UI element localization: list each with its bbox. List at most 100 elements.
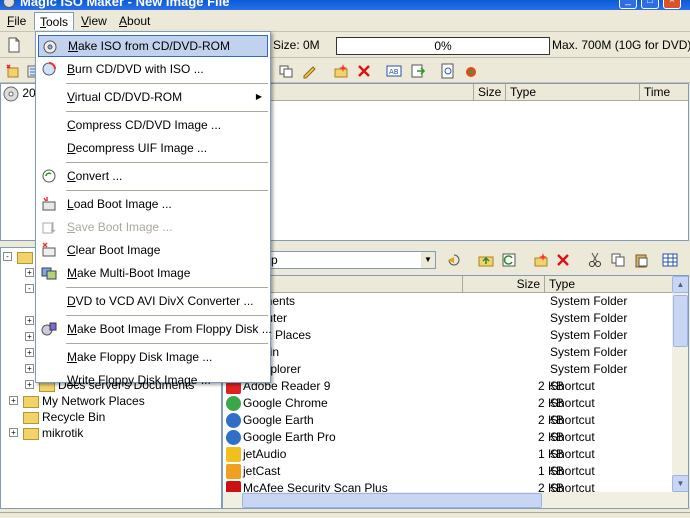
new-file-icon[interactable] xyxy=(6,37,22,53)
file-row[interactable]: et Explorer System Folder xyxy=(223,361,678,378)
maximize-button[interactable]: □ xyxy=(641,0,659,9)
volume-label-icon[interactable]: AB xyxy=(386,63,402,79)
menu-item-clear-boot-image[interactable]: Clear Boot Image xyxy=(38,239,268,261)
tree-node-label: Recycle Bin xyxy=(42,410,106,424)
file-row[interactable]: twork Places System Folder xyxy=(223,327,678,344)
file-row[interactable]: Google Chrome 2 KB Shortcut xyxy=(223,395,678,412)
scroll-up-icon[interactable]: ▲ xyxy=(672,276,688,293)
expand-icon[interactable]: + xyxy=(25,364,34,373)
rename-icon[interactable] xyxy=(301,63,317,79)
menu-tools[interactable]: Tools xyxy=(34,12,75,30)
file-row[interactable]: Google Earth 2 KB Shortcut xyxy=(223,412,678,429)
iso-column-time[interactable]: Time xyxy=(640,84,688,101)
new-folder-icon[interactable] xyxy=(333,63,349,79)
menu-item-dvd-to-vcd-avi-divx-converter[interactable]: DVD to VCD AVI DivX Converter ... xyxy=(38,290,268,312)
file-row[interactable]: cle BinSystem Folder xyxy=(223,344,678,361)
local-file-list[interactable]: Size Type ocumentsSystem FolderomputerSy… xyxy=(222,275,689,509)
scroll-down-icon[interactable]: ▼ xyxy=(672,475,688,492)
max-capacity-label: Max. 700M (10G for DVD) xyxy=(552,38,690,52)
multi-boot-icon xyxy=(41,267,57,280)
menu-separator xyxy=(66,343,268,344)
up-folder-icon[interactable] xyxy=(478,252,494,268)
tree-node[interactable]: + mikrotik xyxy=(9,425,83,441)
iso-root-node[interactable]: 20 xyxy=(3,85,36,102)
file-list-vscroll[interactable]: ▲ ▼ xyxy=(672,276,688,492)
svg-text:AB: AB xyxy=(389,68,399,76)
expand-icon[interactable]: + xyxy=(9,428,18,437)
menu-view[interactable]: View xyxy=(76,12,112,30)
iso-contents-pane[interactable]: me ^ Size Type Time xyxy=(223,83,689,241)
file-row[interactable]: Google Earth Pro 2 KB Shortcut xyxy=(223,429,678,446)
menu-item-make-floppy-disk-image[interactable]: Make Floppy Disk Image ... xyxy=(38,346,268,368)
file-type: System Folder xyxy=(550,345,628,359)
export-icon[interactable] xyxy=(410,63,426,79)
expand-icon[interactable]: + xyxy=(25,332,34,341)
menu-item-virtual-cd-dvd-rom[interactable]: Virtual CD/DVD-ROM ▶ xyxy=(38,86,268,108)
file-name: jetCast xyxy=(243,464,281,478)
extract-icon[interactable] xyxy=(278,63,294,79)
file-row[interactable]: omputerSystem Folder xyxy=(223,310,678,327)
menu-item-save-boot-image[interactable]: Save Boot Image ... xyxy=(38,216,268,238)
expand-icon[interactable]: + xyxy=(25,316,34,325)
menu-item-make-boot-image-from-floppy-disk[interactable]: Make Boot Image From Floppy Disk ... xyxy=(38,318,272,340)
cd-drive-icon xyxy=(43,40,57,54)
menu-item-load-boot-image[interactable]: Load Boot Image ... xyxy=(38,193,268,215)
file-type: System Folder xyxy=(550,328,628,342)
tree-node-label: My Network Places xyxy=(42,394,145,408)
menu-item-compress-cd-dvd-image[interactable]: Compress CD/DVD Image ... xyxy=(38,114,268,136)
file-row[interactable]: ocumentsSystem Folder xyxy=(223,293,678,310)
file-row[interactable]: jetCast 1 KB Shortcut xyxy=(223,463,678,480)
load-boot-icon xyxy=(42,197,56,211)
collapse-icon[interactable]: - xyxy=(25,284,34,293)
copy-icon[interactable] xyxy=(610,252,626,268)
go-icon[interactable] xyxy=(446,252,462,268)
minimize-button[interactable]: _ xyxy=(619,0,637,9)
view-mode-icon[interactable] xyxy=(662,252,678,268)
file-column-type[interactable]: Type xyxy=(545,276,673,293)
menu-item-write-floppy-disk-image[interactable]: Write Floppy Disk Image ... xyxy=(38,369,268,391)
app-icon[interactable] xyxy=(3,0,15,8)
menu-item-convert[interactable]: Convert ... xyxy=(38,165,268,187)
file-list-hscroll[interactable] xyxy=(223,492,688,508)
iso-column-type[interactable]: Type xyxy=(506,84,640,101)
refresh-icon[interactable] xyxy=(501,252,517,268)
expand-icon[interactable]: + xyxy=(25,268,34,277)
hscroll-thumb[interactable] xyxy=(242,493,542,508)
floppy-boot-icon xyxy=(41,322,57,336)
close-button[interactable]: × xyxy=(663,0,681,9)
chevron-down-icon[interactable]: ▼ xyxy=(421,252,435,268)
menu-file[interactable]: File xyxy=(2,12,31,30)
menu-item-label: VD to VCD AVI DivX Converter ... xyxy=(75,294,254,308)
menu-item-make-multi-boot-image[interactable]: Make Multi-Boot Image xyxy=(38,262,268,284)
add-files-icon[interactable] xyxy=(5,63,21,79)
iso-column-size[interactable]: Size xyxy=(474,84,506,101)
new-folder-local-icon[interactable] xyxy=(533,252,549,268)
jetaudio-icon xyxy=(226,447,241,462)
collapse-icon[interactable]: - xyxy=(3,252,12,261)
delete-local-icon[interactable] xyxy=(555,252,571,268)
tree-node[interactable]: Recycle Bin xyxy=(9,409,105,425)
tree-node[interactable]: + My Network Places xyxy=(9,393,145,409)
cut-icon[interactable] xyxy=(587,252,603,268)
expand-icon[interactable]: + xyxy=(25,348,34,357)
menu-item-label: ake Floppy Disk Image ... xyxy=(77,350,213,364)
file-row[interactable]: jetAudio 1 KB Shortcut xyxy=(223,446,678,463)
file-name: Google Chrome xyxy=(243,396,328,410)
find-icon[interactable] xyxy=(440,63,456,79)
menu-item-decompress-uif-image[interactable]: Decompress UIF Image ... xyxy=(38,137,268,159)
paste-icon[interactable] xyxy=(633,252,649,268)
burn-icon[interactable] xyxy=(463,63,479,79)
file-row[interactable]: Adobe Reader 92 KB Shortcut xyxy=(223,378,678,395)
menu-item-label: oad Boot Image ... xyxy=(73,197,172,211)
menu-item-burn-cd-dvd-with-iso[interactable]: Burn CD/DVD with ISO ... xyxy=(38,58,268,80)
menu-item-make-iso-from-cd-dvd-rom[interactable]: Make ISO from CD/DVD-ROM xyxy=(38,35,268,57)
menu-item-label: urn CD/DVD with ISO ... xyxy=(75,62,204,76)
menu-about[interactable]: About xyxy=(114,12,155,30)
expand-icon[interactable]: + xyxy=(9,396,18,405)
file-type: System Folder xyxy=(550,362,628,376)
delete-icon[interactable] xyxy=(356,63,372,79)
file-column-size[interactable]: Size xyxy=(463,276,545,293)
file-type: System Folder xyxy=(550,311,628,325)
scroll-thumb[interactable] xyxy=(673,295,688,347)
location-combo[interactable]: top ▼ xyxy=(258,251,436,269)
